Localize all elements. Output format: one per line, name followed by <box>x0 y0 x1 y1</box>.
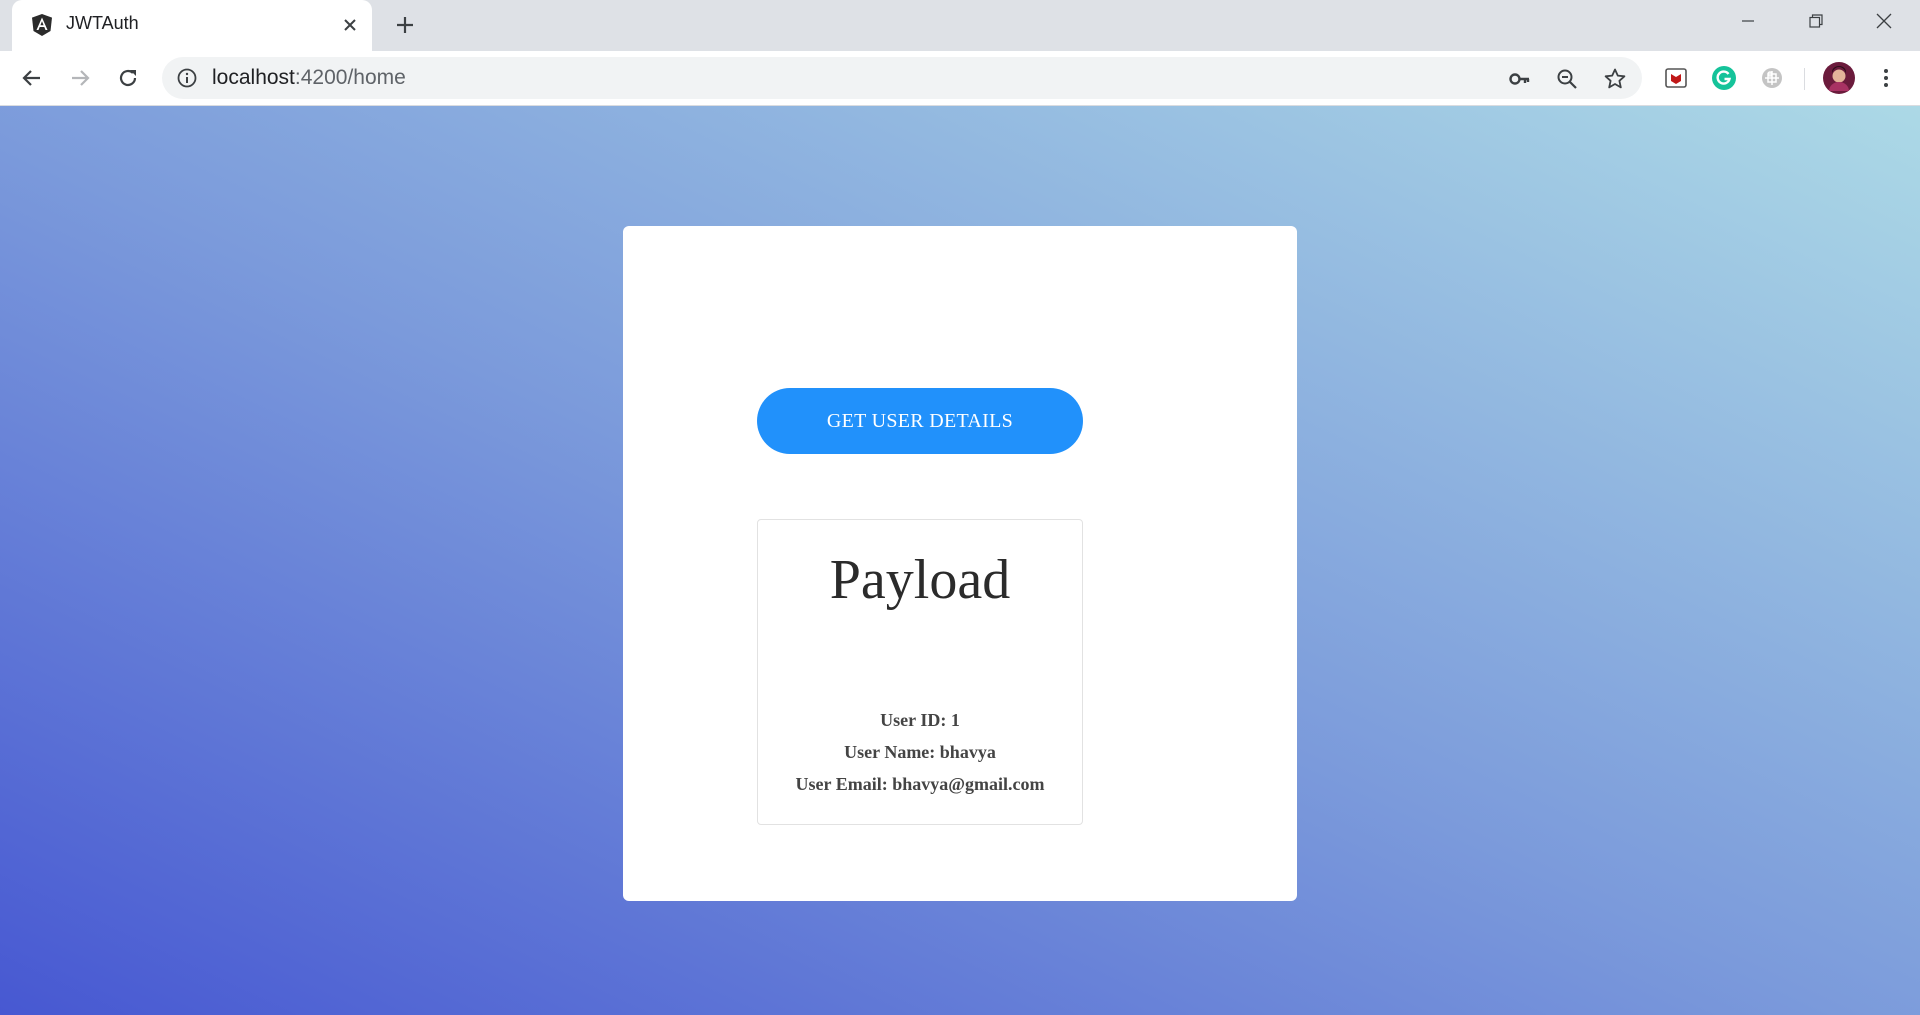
toolbar-separator <box>1804 68 1805 90</box>
user-name-row: User Name: bhavya <box>758 736 1082 768</box>
payload-title: Payload <box>829 549 1011 611</box>
angular-icon <box>30 13 54 37</box>
extension-icon[interactable] <box>1758 64 1786 92</box>
menu-icon[interactable] <box>1872 64 1900 92</box>
restore-icon[interactable] <box>1782 0 1850 42</box>
get-user-details-button[interactable]: GET USER DETAILS <box>757 388 1083 454</box>
user-name-label: User Name: <box>844 742 936 762</box>
user-email-row: User Email: bhavya@gmail.com <box>758 768 1082 800</box>
user-email-label: User Email: <box>795 774 888 794</box>
grammarly-extension-icon[interactable] <box>1710 64 1738 92</box>
reload-icon[interactable] <box>112 62 144 94</box>
payload-fields: User ID: 1 User Name: bhavya User Email:… <box>758 704 1082 800</box>
user-id-row: User ID: 1 <box>758 704 1082 736</box>
key-icon[interactable] <box>1506 66 1532 92</box>
info-icon[interactable] <box>176 67 198 89</box>
minimize-icon[interactable] <box>1714 0 1782 42</box>
page-viewport: GET USER DETAILS Payload User ID: 1 User… <box>0 106 1920 1015</box>
url-text: localhost:4200/home <box>212 66 406 90</box>
avatar[interactable] <box>1822 61 1856 95</box>
browser-toolbar: localhost:4200/home <box>0 51 1920 106</box>
tab-title: JWTAuth <box>66 13 139 33</box>
user-email-value: bhavya@gmail.com <box>892 774 1045 794</box>
user-name-value: bhavya <box>939 742 996 762</box>
forward-icon[interactable] <box>64 62 96 94</box>
url-host: localhost <box>212 66 295 89</box>
window-close-icon[interactable] <box>1850 0 1918 42</box>
star-icon[interactable] <box>1602 66 1628 92</box>
user-id-value: 1 <box>950 710 960 730</box>
mcafee-extension-icon[interactable] <box>1662 64 1690 92</box>
address-bar[interactable]: localhost:4200/home <box>162 57 1642 99</box>
payload-panel: Payload User ID: 1 User Name: bhavya Use… <box>757 519 1083 825</box>
tab-strip: JWTAuth <box>0 0 1920 51</box>
new-tab-icon[interactable] <box>390 10 420 40</box>
main-card: GET USER DETAILS Payload User ID: 1 User… <box>623 226 1297 901</box>
url-path: :4200/home <box>294 66 406 89</box>
user-id-label: User ID: <box>880 710 947 730</box>
browser-tab[interactable]: JWTAuth <box>12 0 372 51</box>
tab-close-icon[interactable] <box>338 13 362 37</box>
zoom-out-icon[interactable] <box>1554 66 1580 92</box>
back-icon[interactable] <box>16 62 48 94</box>
